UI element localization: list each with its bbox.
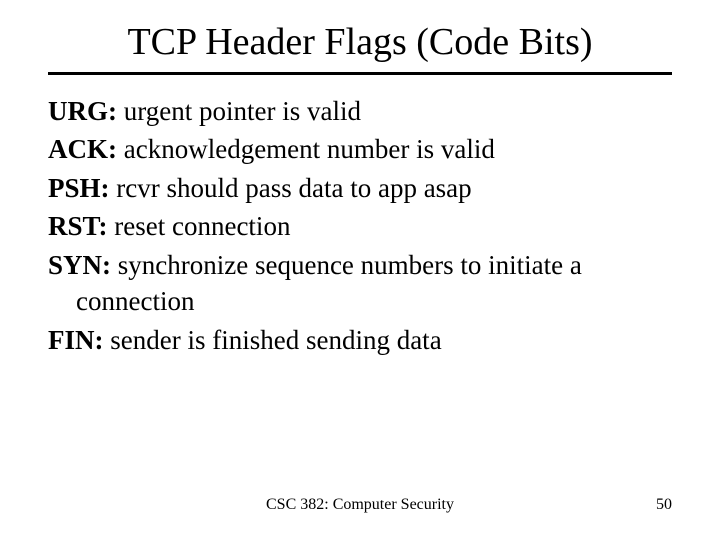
footer: CSC 382: Computer Security 50 <box>0 496 720 516</box>
flag-name: FIN: <box>48 325 104 355</box>
list-item: ACK: acknowledgement number is valid <box>48 131 672 167</box>
flag-name: SYN: <box>48 250 111 280</box>
flag-name: PSH: <box>48 173 110 203</box>
list-item: FIN: sender is finished sending data <box>48 322 672 358</box>
footer-page-number: 50 <box>656 496 672 514</box>
list-item: RST: reset connection <box>48 208 672 244</box>
title-underline <box>48 72 672 75</box>
list-item: URG: urgent pointer is valid <box>48 93 672 129</box>
flag-desc: acknowledgement number is valid <box>117 134 495 164</box>
flag-name: RST: <box>48 211 108 241</box>
flag-name: URG: <box>48 96 117 126</box>
flag-desc: sender is finished sending data <box>104 325 442 355</box>
flag-desc: reset connection <box>108 211 291 241</box>
slide-body: URG: urgent pointer is valid ACK: acknow… <box>48 93 672 358</box>
list-item: PSH: rcvr should pass data to app asap <box>48 170 672 206</box>
slide: TCP Header Flags (Code Bits) URG: urgent… <box>0 0 720 540</box>
footer-course: CSC 382: Computer Security <box>0 496 720 514</box>
flag-desc: urgent pointer is valid <box>117 96 361 126</box>
slide-title: TCP Header Flags (Code Bits) <box>48 20 672 64</box>
flag-desc: synchronize sequence numbers to initiate… <box>76 250 582 316</box>
list-item: SYN: synchronize sequence numbers to ini… <box>48 247 672 320</box>
flag-name: ACK: <box>48 134 117 164</box>
flag-desc: rcvr should pass data to app asap <box>110 173 472 203</box>
